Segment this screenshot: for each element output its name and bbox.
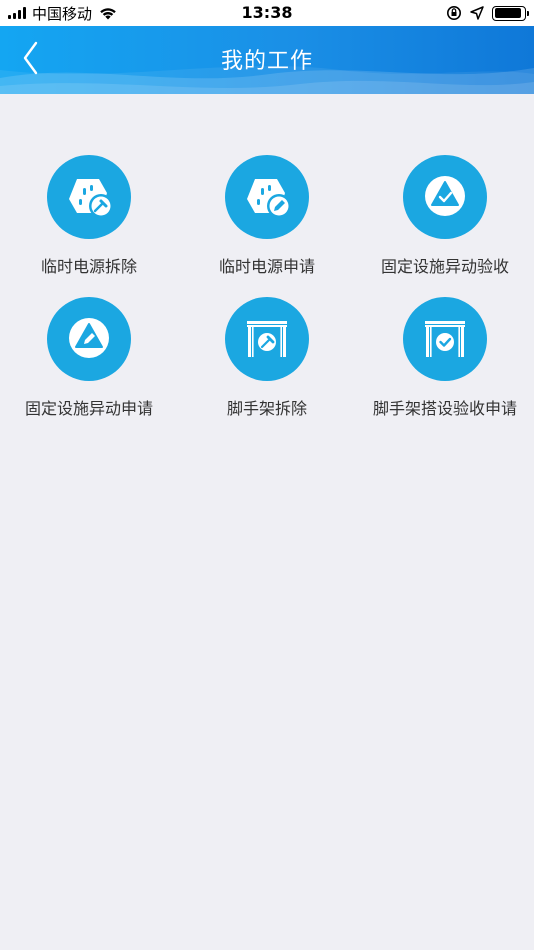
temp-power-apply-icon bbox=[225, 155, 309, 239]
location-arrow-icon bbox=[470, 6, 484, 20]
work-item-label: 脚手架搭设验收申请 bbox=[372, 399, 517, 418]
work-item-label: 临时电源拆除 bbox=[40, 257, 137, 276]
page-title: 我的工作 bbox=[220, 49, 313, 74]
facility-change-accept-icon bbox=[403, 155, 487, 239]
work-item-scaffold-remove[interactable]: 脚手架拆除 bbox=[178, 297, 356, 427]
status-right bbox=[446, 4, 529, 22]
battery-icon bbox=[492, 5, 529, 21]
work-item-label: 固定设施异动申请 bbox=[24, 399, 153, 418]
work-item-temp-power-apply[interactable]: 临时电源申请 bbox=[178, 155, 356, 285]
work-item-label: 脚手架拆除 bbox=[226, 399, 307, 418]
nav-header: 我的工作 bbox=[0, 26, 534, 94]
work-item-facility-change-accept[interactable]: 固定设施异动验收 bbox=[356, 155, 534, 285]
orientation-lock-icon bbox=[447, 6, 461, 20]
work-item-facility-change-apply[interactable]: 固定设施异动申请 bbox=[0, 297, 178, 427]
scaffold-accept-apply-icon bbox=[403, 297, 487, 381]
work-item-temp-power-remove[interactable]: 临时电源拆除 bbox=[0, 155, 178, 285]
scaffold-remove-icon bbox=[225, 297, 309, 381]
work-item-label: 固定设施异动验收 bbox=[380, 257, 509, 276]
work-item-label: 临时电源申请 bbox=[218, 257, 315, 276]
status-bar: 中国移动 13:38 bbox=[0, 0, 534, 26]
temp-power-remove-icon bbox=[47, 155, 131, 239]
work-item-scaffold-accept-apply[interactable]: 脚手架搭设验收申请 bbox=[356, 297, 534, 427]
facility-change-apply-icon bbox=[47, 297, 131, 381]
